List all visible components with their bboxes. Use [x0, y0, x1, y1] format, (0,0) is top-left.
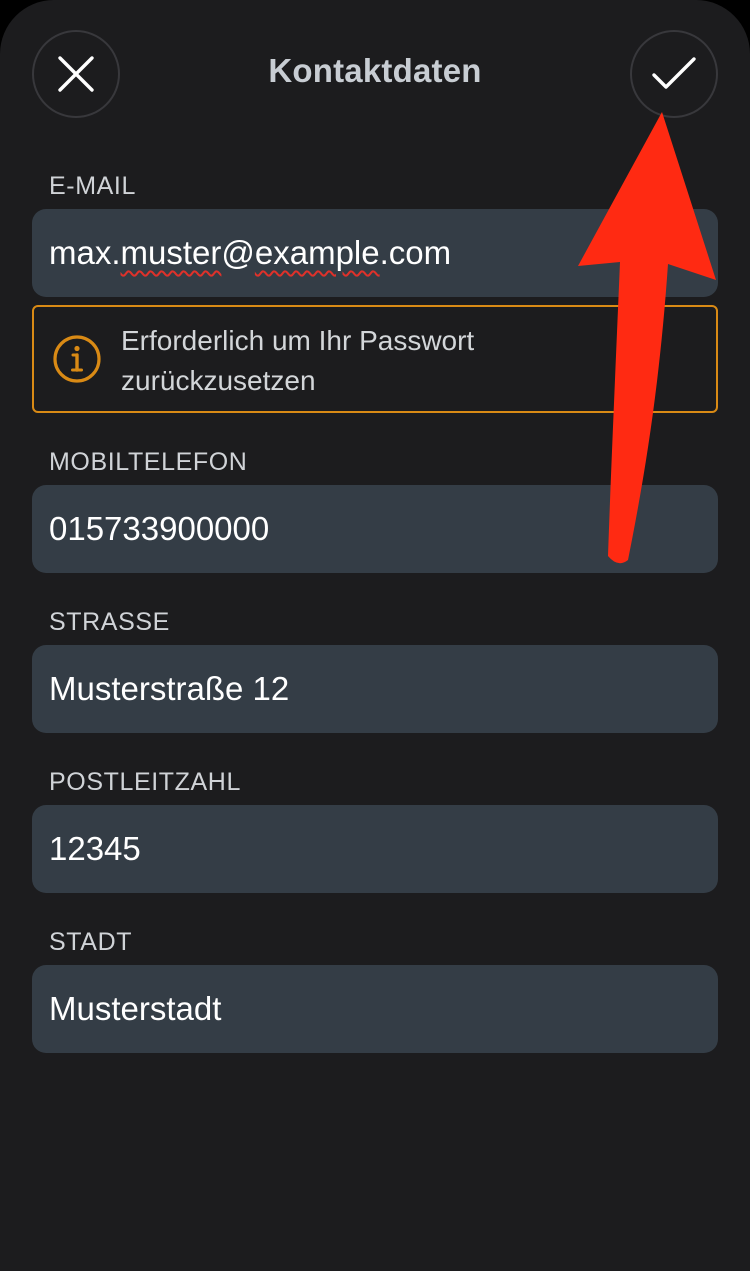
zip-value: 12345	[49, 830, 141, 867]
zip-label: POSTLEITZAHL	[49, 768, 241, 796]
email-value: max.muster@example.com	[49, 234, 452, 271]
zip-field[interactable]: 12345	[32, 805, 718, 893]
city-value: Musterstadt	[49, 990, 222, 1027]
header: Kontaktdaten	[0, 0, 750, 150]
checkmark-icon	[652, 57, 696, 89]
street-field[interactable]: Musterstraße 12	[32, 645, 718, 733]
mobile-value: 015733900000	[49, 510, 270, 547]
mobile-label: MOBILTELEFON	[49, 448, 248, 476]
city-label: STADT	[49, 928, 133, 956]
confirm-button[interactable]	[630, 30, 718, 118]
spellcheck-word: example	[254, 234, 380, 271]
street-label: STRASSE	[49, 608, 170, 636]
email-label: E-MAIL	[49, 172, 136, 200]
contact-details-sheet: Kontaktdaten E-MAIL max.muster@example.c…	[0, 0, 750, 1271]
info-icon	[53, 335, 101, 383]
hint-text: Erforderlich um Ihr Passwort zurückzuset…	[121, 325, 475, 396]
spellcheck-word: muster	[120, 234, 222, 271]
street-value: Musterstraße 12	[49, 670, 290, 707]
email-field[interactable]: max.muster@example.com	[32, 209, 718, 297]
email-hint-box: Erforderlich um Ihr Passwort zurückzuset…	[32, 305, 718, 413]
mobile-field[interactable]: 015733900000	[32, 485, 718, 573]
city-field[interactable]: Musterstadt	[32, 965, 718, 1053]
